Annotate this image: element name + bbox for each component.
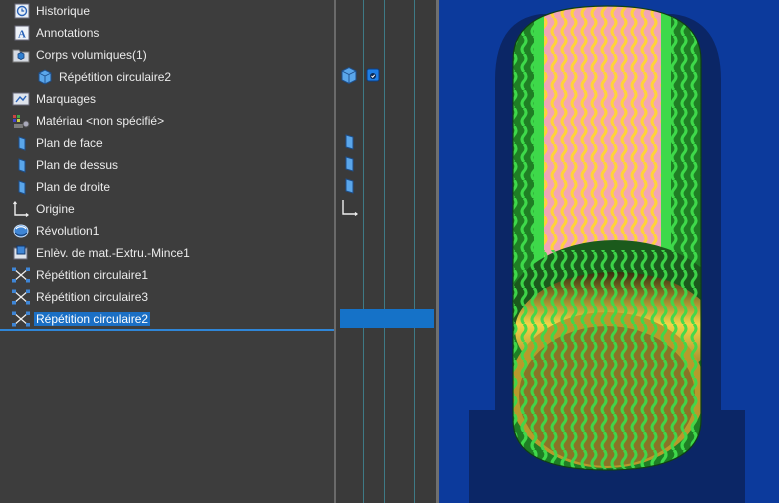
selected-row-highlight bbox=[340, 309, 434, 328]
column-gridline bbox=[363, 0, 364, 503]
tree-item-revolve[interactable]: Révolution1 bbox=[0, 220, 334, 242]
circular-pattern-icon bbox=[11, 267, 30, 283]
tree-item-circular-pattern-3[interactable]: Répétition circulaire3 bbox=[0, 286, 334, 308]
tree-item-label: Répétition circulaire1 bbox=[36, 268, 149, 282]
cylinder-body bbox=[513, 6, 701, 470]
origin-icon bbox=[12, 201, 30, 217]
circular-pattern-icon bbox=[11, 289, 30, 305]
tree-item-label: Répétition circulaire3 bbox=[36, 290, 149, 304]
revolve-icon bbox=[12, 223, 30, 239]
tree-item-label: Enlèv. de mat.-Extru.-Mince1 bbox=[36, 246, 190, 260]
tree-item-history[interactable]: Historique bbox=[0, 0, 334, 22]
plane-icon bbox=[14, 157, 32, 173]
feature-manager-tree: Historique A Annotations Corps volumique… bbox=[0, 0, 336, 503]
solid-body-icon bbox=[36, 69, 54, 85]
history-icon bbox=[13, 3, 31, 19]
appearance-icon[interactable] bbox=[366, 68, 380, 85]
material-icon bbox=[12, 113, 30, 129]
tree-item-front-plane[interactable]: Plan de face bbox=[0, 132, 334, 154]
plane-icon[interactable] bbox=[344, 177, 356, 198]
tree-item-label: Plan de face bbox=[36, 136, 103, 150]
graphics-viewport[interactable] bbox=[439, 0, 779, 503]
tree-item-extruded-cut[interactable]: Enlèv. de mat.-Extru.-Mince1 bbox=[0, 242, 334, 264]
tree-item-material[interactable]: Matériau <non spécifié> bbox=[0, 110, 334, 132]
tree-item-label: Origine bbox=[36, 202, 75, 216]
solid-body-icon[interactable] bbox=[340, 66, 358, 87]
tree-item-label: Répétition circulaire2 bbox=[34, 312, 151, 326]
extruded-cut-icon bbox=[12, 245, 30, 261]
solid-bodies-folder-icon bbox=[12, 47, 30, 63]
model-render bbox=[469, 5, 745, 503]
plane-icon bbox=[14, 179, 32, 195]
tree-item-label: Marquages bbox=[36, 92, 97, 106]
markups-icon bbox=[12, 91, 30, 107]
tree-item-markups[interactable]: Marquages bbox=[0, 88, 334, 110]
plane-icon bbox=[14, 135, 32, 151]
tree-item-label: Corps volumiques(1) bbox=[36, 48, 147, 62]
tree-item-solid-bodies[interactable]: Corps volumiques(1) bbox=[0, 44, 334, 66]
circular-pattern-icon bbox=[11, 311, 30, 327]
tree-status-columns bbox=[336, 0, 438, 503]
selection-underline bbox=[0, 329, 336, 331]
column-gridline bbox=[384, 0, 385, 503]
tree-item-annotations[interactable]: A Annotations bbox=[0, 22, 334, 44]
column-gridline bbox=[414, 0, 415, 503]
tree-item-circular-pattern-1[interactable]: Répétition circulaire1 bbox=[0, 264, 334, 286]
tree-item-label: Répétition circulaire2 bbox=[59, 70, 172, 84]
tree-item-label: Annotations bbox=[36, 26, 100, 40]
plane-icon[interactable] bbox=[344, 155, 356, 176]
tree-item-label: Historique bbox=[36, 4, 91, 18]
tree-item-origin[interactable]: Origine bbox=[0, 198, 334, 220]
tree-item-label: Plan de droite bbox=[36, 180, 111, 194]
tree-item-solid-body[interactable]: Répétition circulaire2 bbox=[0, 66, 334, 88]
tree-item-label: Matériau <non spécifié> bbox=[36, 114, 165, 128]
svg-text:A: A bbox=[18, 29, 26, 41]
tree-item-label: Plan de dessus bbox=[36, 158, 119, 172]
annotations-icon: A bbox=[13, 25, 31, 41]
plane-icon[interactable] bbox=[344, 133, 356, 154]
tree-item-top-plane[interactable]: Plan de dessus bbox=[0, 154, 334, 176]
tree-item-label: Révolution1 bbox=[36, 224, 100, 238]
tree-item-right-plane[interactable]: Plan de droite bbox=[0, 176, 334, 198]
tree-item-circular-pattern-2[interactable]: Répétition circulaire2 bbox=[0, 308, 334, 330]
origin-icon[interactable] bbox=[340, 199, 360, 220]
